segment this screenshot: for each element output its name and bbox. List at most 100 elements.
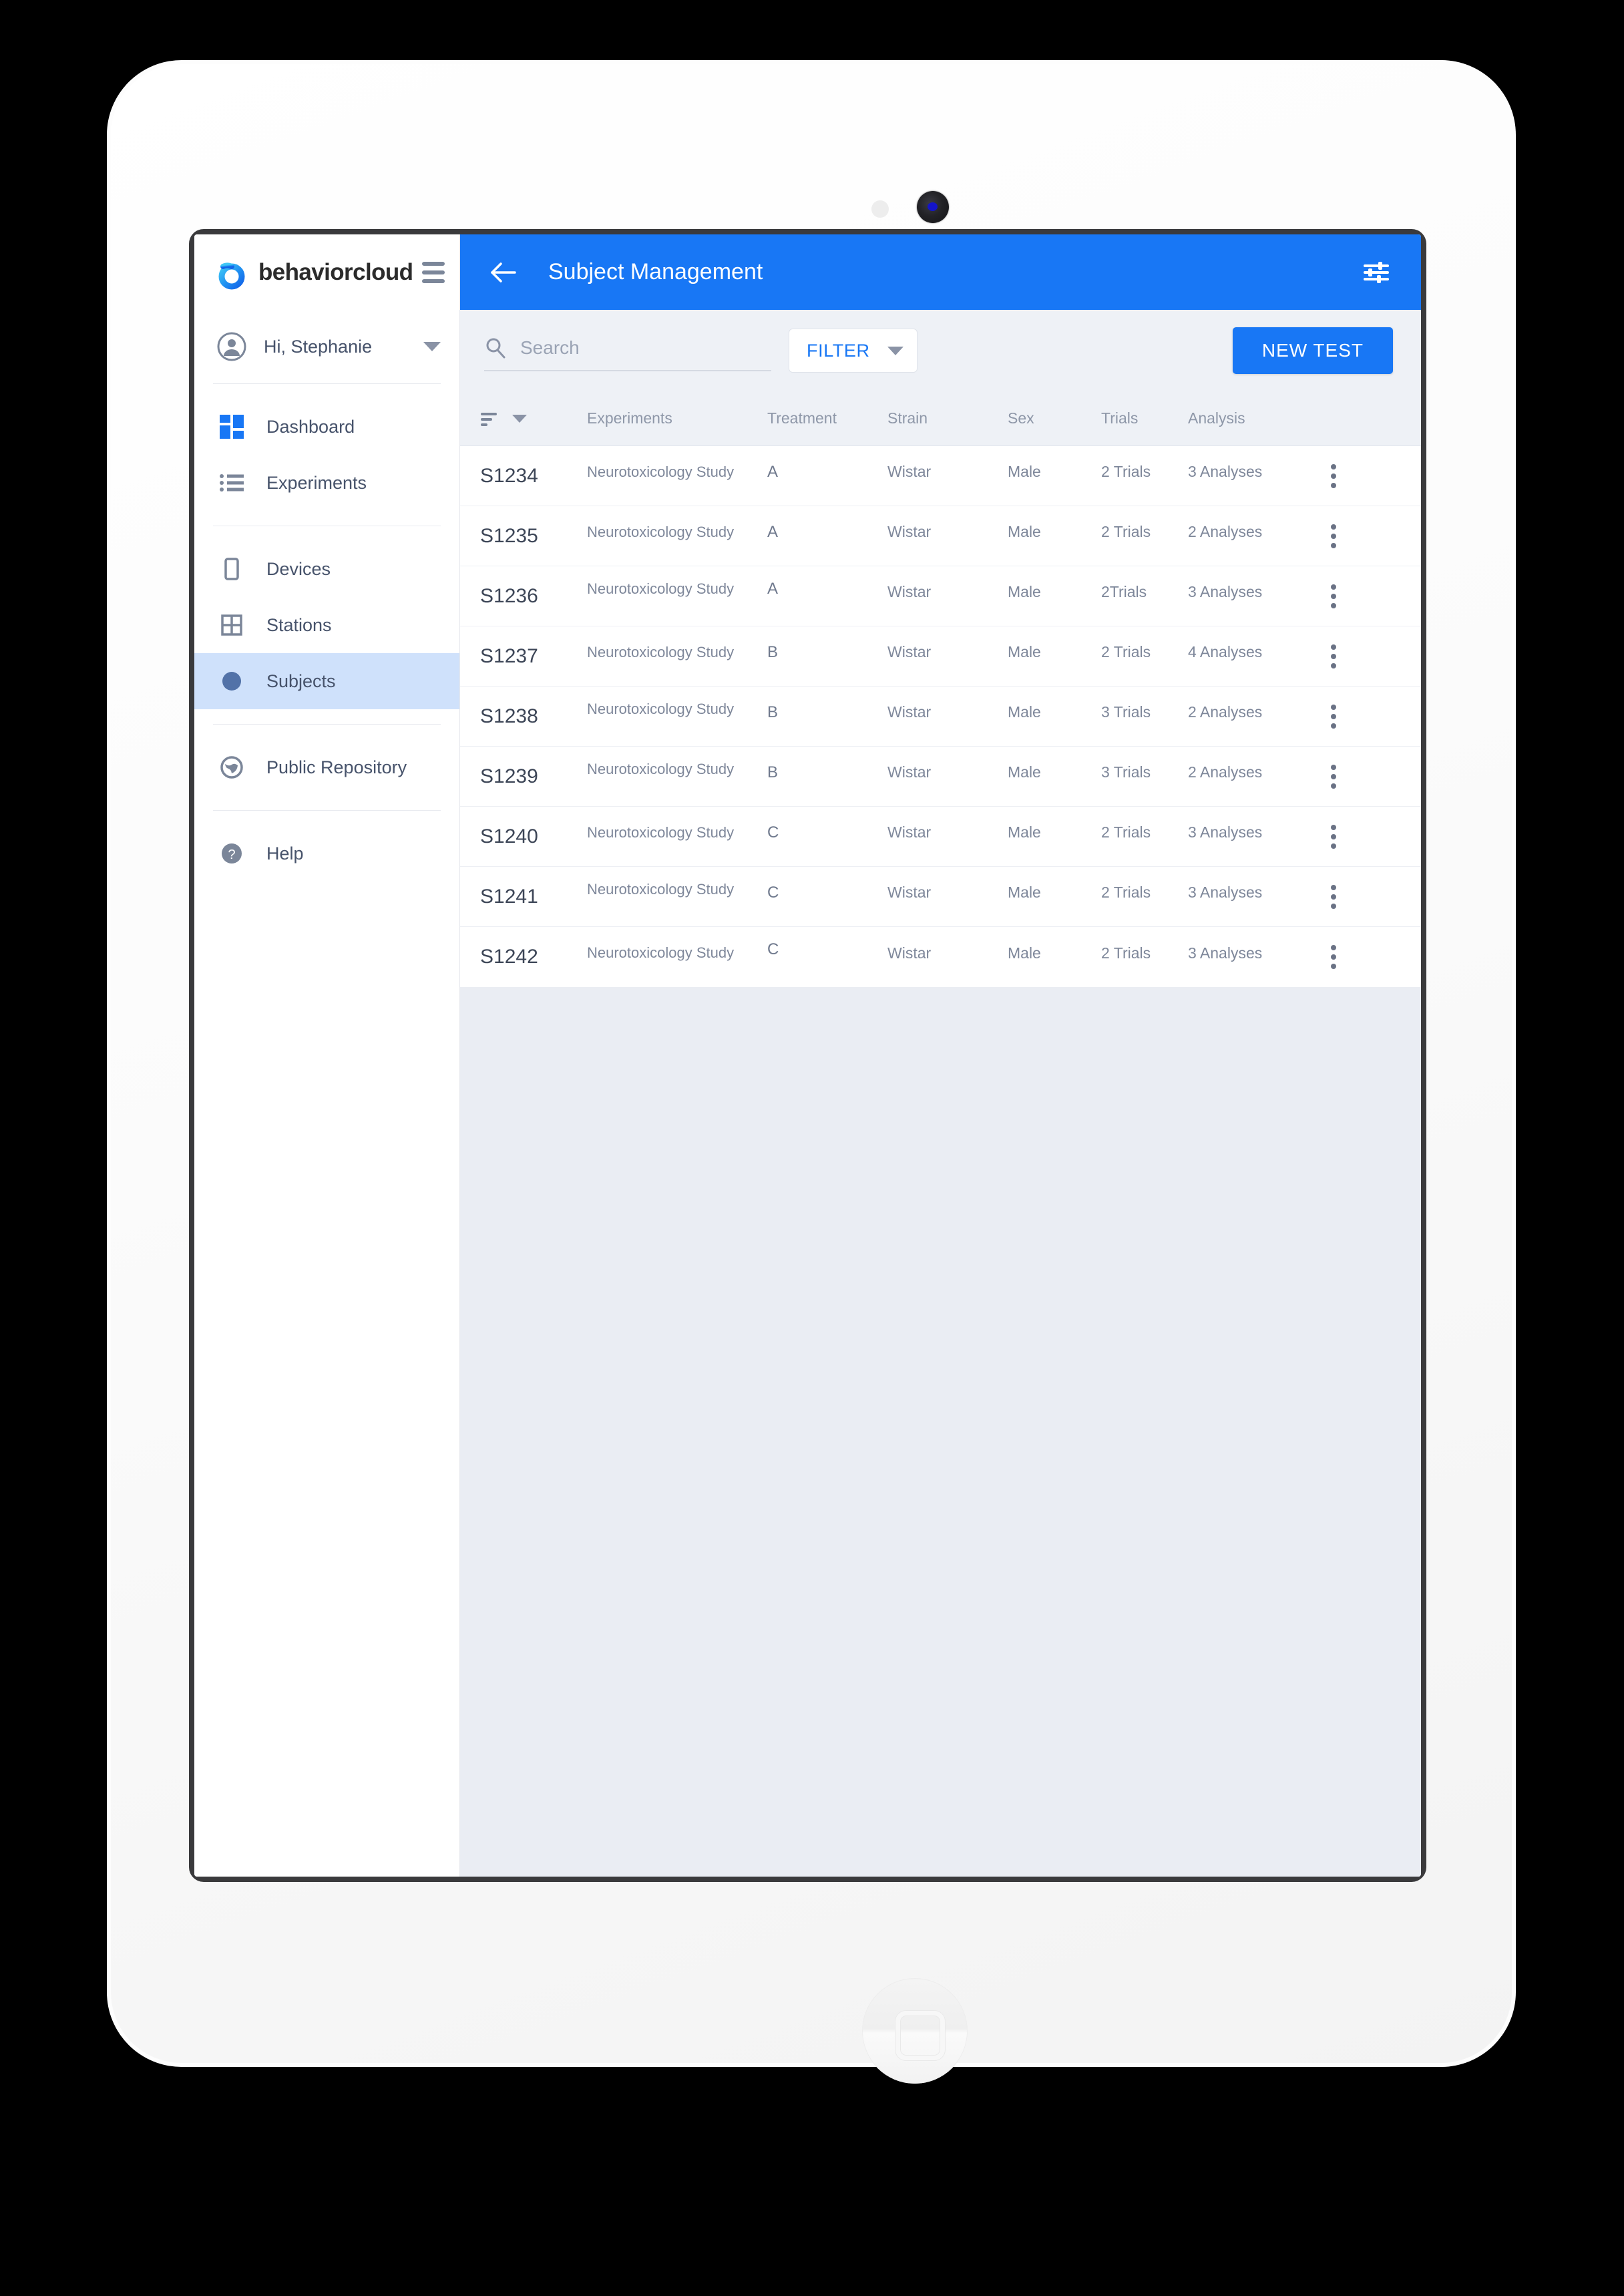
column-header-experiments[interactable]: Experiments — [587, 409, 767, 427]
circle-icon — [217, 666, 246, 696]
cell-sex: Male — [1008, 884, 1041, 901]
cell-strain: Wistar — [887, 643, 932, 660]
search-field[interactable] — [484, 337, 771, 371]
row-actions[interactable] — [1315, 884, 1421, 909]
more-vertical-icon[interactable] — [1331, 644, 1336, 668]
search-icon — [484, 337, 507, 359]
home-button[interactable] — [862, 1978, 968, 2084]
cell-strain: Wistar — [887, 944, 932, 962]
column-header-strain[interactable]: Strain — [887, 409, 1008, 427]
screen-bezel: behaviorcloud Hi, Stephanie Dashboard Ex… — [189, 229, 1426, 1882]
row-actions[interactable] — [1315, 704, 1421, 729]
cell-experiment: Neurotoxicology Study — [587, 580, 735, 597]
cell-analysis: 3 Analyses — [1188, 463, 1263, 480]
row-actions[interactable] — [1315, 945, 1421, 969]
sidebar-item-help[interactable]: ? Help — [194, 825, 459, 882]
grid-icon — [217, 610, 246, 640]
cell-trials: 3 Trials — [1101, 763, 1151, 781]
cell-treatment: C — [767, 823, 779, 841]
chevron-down-icon[interactable] — [423, 342, 441, 351]
row-actions[interactable] — [1315, 463, 1421, 488]
nav-group-help: ? Help — [194, 811, 459, 896]
cell-experiment: Neurotoxicology Study — [587, 643, 735, 660]
table-body: S1234 Neurotoxicology Study A Wistar Male 2 T… — [460, 446, 1421, 987]
cell-strain: Wistar — [887, 463, 932, 480]
cell-treatment: A — [767, 579, 779, 598]
more-vertical-icon[interactable] — [1331, 945, 1336, 969]
cell-subject-id: S1236 — [480, 584, 538, 607]
hamburger-menu-icon[interactable] — [422, 261, 445, 283]
sidebar: behaviorcloud Hi, Stephanie Dashboard Ex… — [194, 234, 460, 1877]
row-actions[interactable] — [1315, 644, 1421, 668]
more-vertical-icon[interactable] — [1331, 884, 1336, 909]
more-vertical-icon[interactable] — [1331, 463, 1336, 488]
chevron-down-icon — [512, 414, 527, 423]
more-vertical-icon[interactable] — [1331, 524, 1336, 548]
column-header-trials[interactable]: Trials — [1101, 409, 1188, 427]
sidebar-item-devices[interactable]: Devices — [194, 541, 459, 597]
nav-group-repository: Public Repository — [194, 725, 459, 810]
table-header-row: Experiments Treatment Strain Sex Trials … — [460, 391, 1421, 446]
tune-settings-icon[interactable] — [1360, 256, 1393, 289]
sidebar-item-dashboard[interactable]: Dashboard — [194, 399, 459, 455]
more-vertical-icon[interactable] — [1331, 824, 1336, 849]
table-row[interactable]: S1236 Neurotoxicology Study A Wistar Male 2Tr… — [460, 566, 1421, 626]
row-actions[interactable] — [1315, 524, 1421, 548]
user-account-row[interactable]: Hi, Stephanie — [194, 310, 459, 383]
table-row[interactable]: S1234 Neurotoxicology Study A Wistar Male 2 T… — [460, 446, 1421, 506]
column-header-sex[interactable]: Sex — [1008, 409, 1101, 427]
sidebar-item-experiments[interactable]: Experiments — [194, 455, 459, 511]
row-actions[interactable] — [1315, 764, 1421, 789]
cell-experiment: Neurotoxicology Study — [587, 944, 735, 961]
column-header-analysis[interactable]: Analysis — [1188, 409, 1315, 427]
table-row[interactable]: S1241 Neurotoxicology Study C Wistar Male 2 T… — [460, 867, 1421, 927]
device-stage: behaviorcloud Hi, Stephanie Dashboard Ex… — [0, 0, 1624, 2296]
tablet-icon — [217, 554, 246, 584]
filter-button[interactable]: FILTER — [789, 329, 918, 373]
row-actions[interactable] — [1315, 584, 1421, 608]
row-actions[interactable] — [1315, 824, 1421, 849]
more-vertical-icon[interactable] — [1331, 704, 1336, 729]
cell-treatment: A — [767, 462, 779, 481]
new-test-button[interactable]: NEW TEST — [1232, 327, 1393, 374]
sidebar-item-subjects[interactable]: Subjects — [194, 653, 459, 709]
column-header-treatment[interactable]: Treatment — [767, 409, 887, 427]
table-row[interactable]: S1237 Neurotoxicology Study B Wistar Male 2 T… — [460, 626, 1421, 687]
cell-strain: Wistar — [887, 703, 932, 721]
cell-analysis: 3 Analyses — [1188, 823, 1263, 841]
cell-analysis: 3 Analyses — [1188, 944, 1263, 962]
sidebar-item-stations[interactable]: Stations — [194, 597, 459, 653]
table-row[interactable]: S1242 Neurotoxicology Study C Wistar Male 2 T… — [460, 927, 1421, 987]
cell-treatment: A — [767, 522, 779, 541]
behaviorcloud-logo-icon — [214, 255, 249, 290]
arrow-back-icon[interactable] — [487, 256, 520, 289]
cell-analysis: 3 Analyses — [1188, 884, 1263, 901]
more-vertical-icon[interactable] — [1331, 764, 1336, 789]
sidebar-item-label: Devices — [266, 558, 331, 579]
cell-analysis: 4 Analyses — [1188, 643, 1263, 660]
table-row[interactable]: S1240 Neurotoxicology Study C Wistar Male 2 T… — [460, 807, 1421, 867]
sidebar-item-label: Stations — [266, 614, 332, 635]
table-row[interactable]: S1238 Neurotoxicology Study B Wistar Male 3 T… — [460, 687, 1421, 747]
more-vertical-icon[interactable] — [1331, 584, 1336, 608]
table-row[interactable]: S1235 Neurotoxicology Study A Wistar Male 2 T… — [460, 506, 1421, 566]
list-icon — [217, 468, 246, 498]
search-input[interactable] — [520, 337, 771, 359]
table-row[interactable]: S1239 Neurotoxicology Study B Wistar Male 3 T… — [460, 747, 1421, 807]
sidebar-item-label: Public Repository — [266, 757, 407, 777]
sidebar-item-public-repository[interactable]: Public Repository — [194, 739, 459, 795]
svg-text:?: ? — [228, 847, 235, 862]
sidebar-item-label: Subjects — [266, 671, 336, 691]
cell-treatment: B — [767, 642, 779, 661]
cell-sex: Male — [1008, 703, 1041, 721]
cell-experiment: Neurotoxicology Study — [587, 700, 735, 717]
main-content: Subject Management Search FILTER NEW TES… — [460, 234, 1421, 1877]
cell-strain: Wistar — [887, 583, 932, 600]
brand-header: behaviorcloud — [194, 234, 459, 310]
cell-treatment: C — [767, 883, 779, 902]
sort-control[interactable] — [460, 407, 587, 430]
user-greeting: Hi, Stephanie — [264, 336, 373, 357]
cell-experiment: Neurotoxicology Study — [587, 823, 735, 841]
cell-trials: 2 Trials — [1101, 523, 1151, 540]
sort-list-icon — [479, 407, 501, 430]
